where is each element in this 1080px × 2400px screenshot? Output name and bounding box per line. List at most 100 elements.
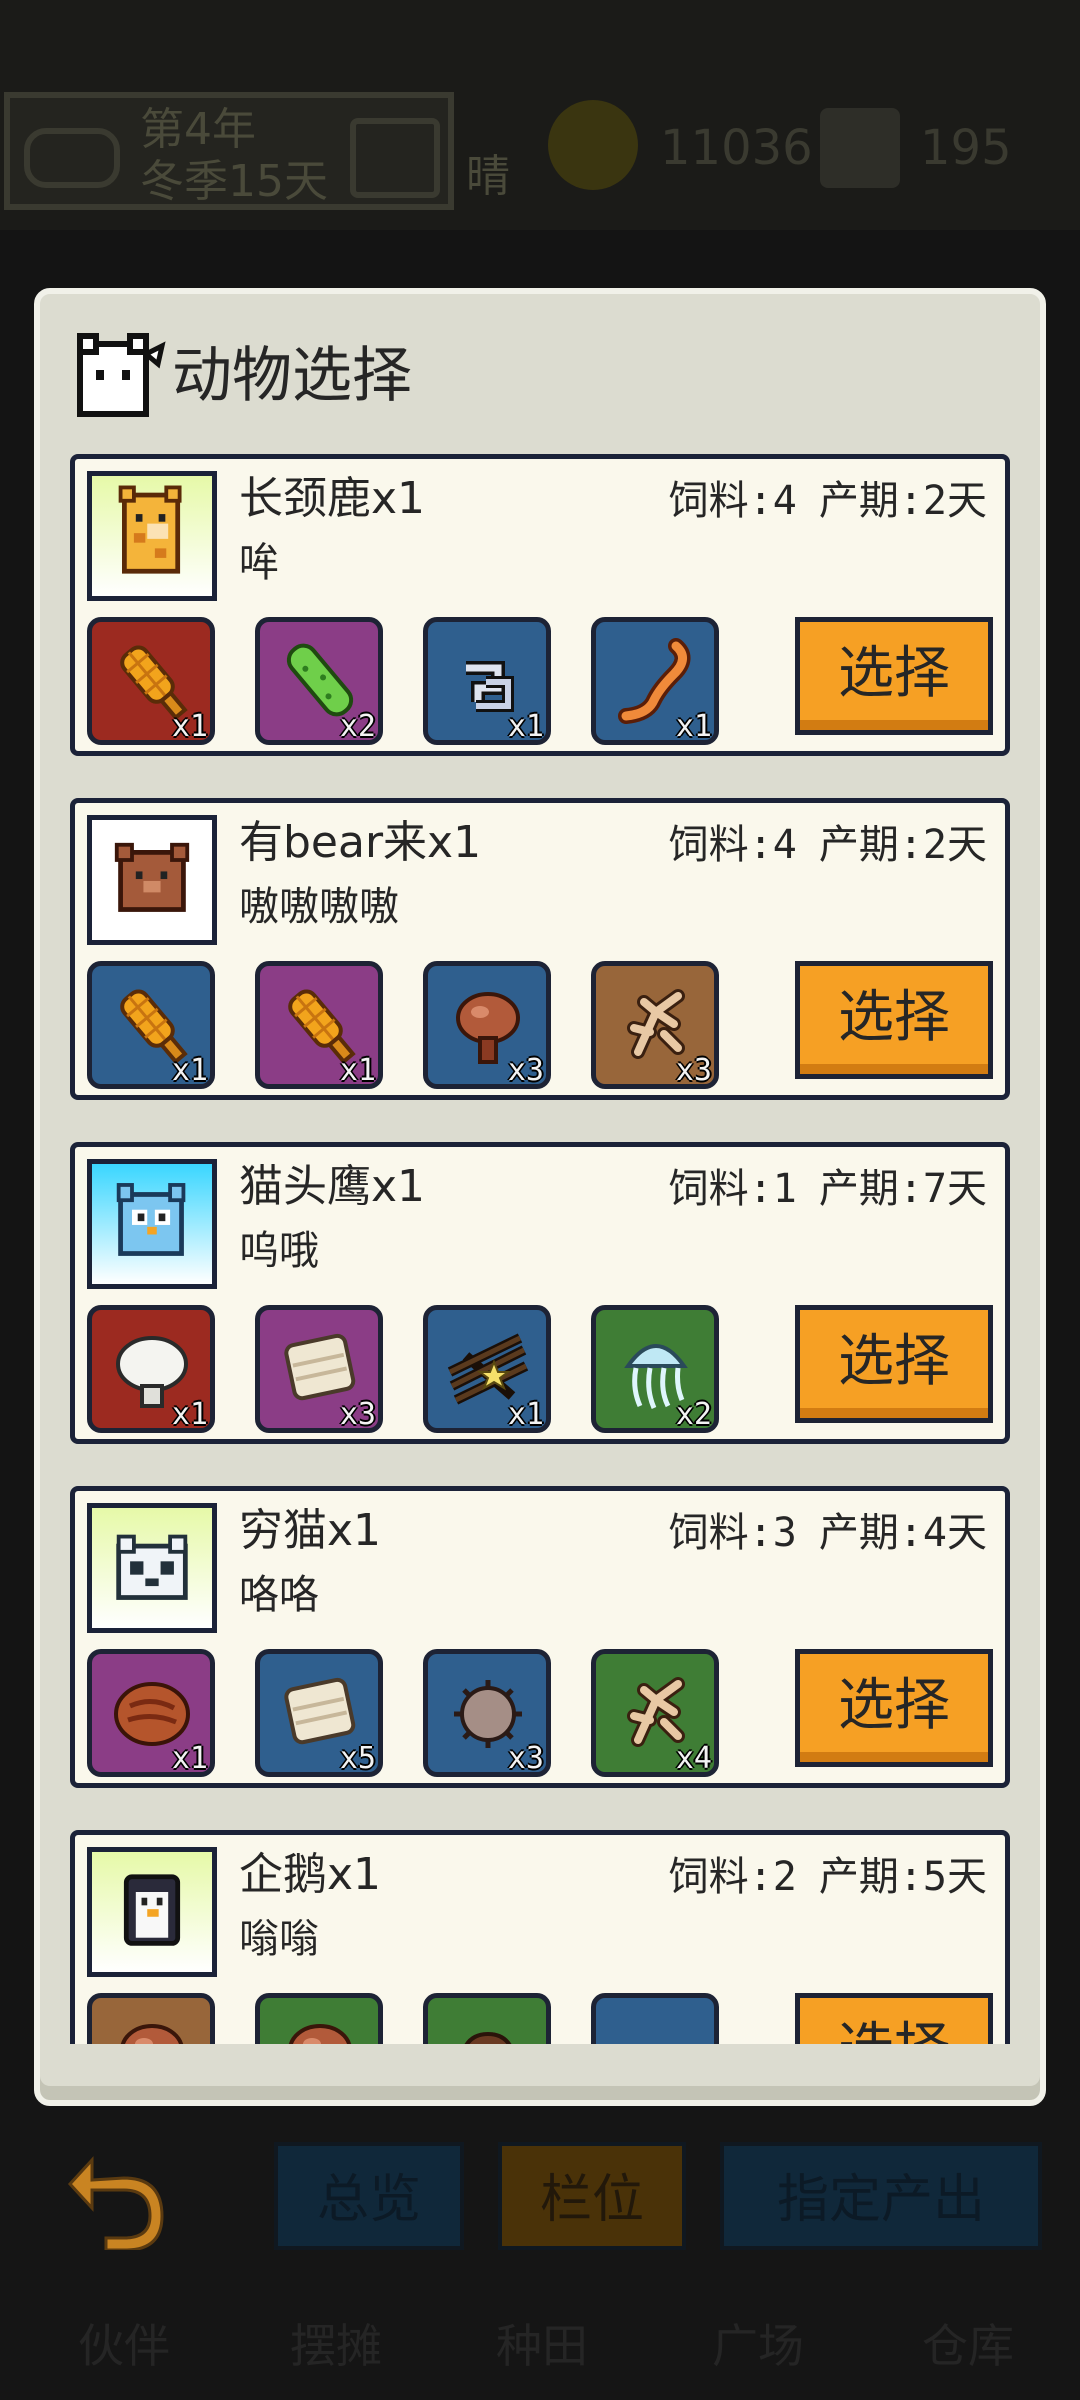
- feed-label: 饲料:4: [668, 822, 797, 868]
- item-quantity: x3: [339, 1397, 376, 1432]
- animal-sound: 哞: [239, 540, 279, 586]
- penguin-avatar-icon: [87, 1847, 217, 1977]
- animal-stats: 饲料:1 产期:7天: [669, 1161, 987, 1217]
- ticket-count: 195: [920, 120, 1012, 176]
- animal-name: 企鹅x1: [239, 1849, 382, 1900]
- nav-farm: 种田: [496, 2319, 588, 2373]
- owl-avatar-icon: [87, 1159, 217, 1289]
- item-quantity: x3: [675, 1053, 712, 1088]
- nav-partner: 伙伴: [78, 2319, 170, 2373]
- mushroom-icon[interactable]: [87, 1993, 215, 2044]
- select-button[interactable]: 选择: [795, 961, 993, 1079]
- animal-name: 穷猫x1: [239, 1505, 382, 1556]
- item-quantity: x1: [507, 1397, 544, 1432]
- slot-button: 栏位: [498, 2142, 686, 2250]
- nav-warehouse: 仓库: [922, 2319, 1014, 2373]
- designated-output-button: 指定产出: [720, 2142, 1042, 2250]
- animal-card: 有bear来x1 嗷嗷嗷嗷 饲料:4 产期:2天 x1 x1 x3 x3 选择: [70, 798, 1010, 1100]
- item-quantity: x3: [507, 1053, 544, 1088]
- ticket-icon: [820, 108, 900, 188]
- item-quantity: x5: [339, 1741, 376, 1776]
- select-button[interactable]: 选择: [795, 1305, 993, 1423]
- animal-card: 穷猫x1 咯咯 饲料:3 产期:4天 x1 x5 x3 x4 选择: [70, 1486, 1010, 1788]
- corn-icon[interactable]: x1: [87, 961, 215, 1089]
- animal-sound: 咯咯: [239, 1572, 319, 1618]
- bear-avatar-icon: [87, 815, 217, 945]
- feed-label: 饲料:2: [668, 1854, 797, 1900]
- season-day-label: 冬季15天: [140, 156, 328, 207]
- crystal-icon[interactable]: [591, 1993, 719, 2044]
- twigs-icon[interactable]: x1: [423, 1305, 551, 1433]
- cucumber-icon[interactable]: x2: [255, 617, 383, 745]
- nut-icon[interactable]: [423, 1993, 551, 2044]
- overview-button: 总览: [274, 2142, 464, 2250]
- animal-name: 猫头鹰x1: [239, 1161, 426, 1212]
- top-hud: 第4年 冬季15天 晴 11036 195: [0, 0, 1080, 230]
- item-quantity: x4: [675, 1741, 712, 1776]
- item-quantity: x2: [339, 709, 376, 744]
- animal-sound: 呜哦: [239, 1228, 319, 1274]
- animal-name: 有bear来x1: [239, 817, 482, 868]
- meat-icon[interactable]: x1: [87, 1649, 215, 1777]
- select-button[interactable]: 选择: [795, 617, 993, 735]
- item-quantity: x3: [507, 1741, 544, 1776]
- coin-count: 11036: [660, 120, 813, 176]
- animal-stats: 饲料:4 产期:2天: [669, 817, 987, 873]
- weather-label: 晴: [466, 151, 510, 202]
- item-quantity: x1: [675, 709, 712, 744]
- worm-icon[interactable]: x1: [591, 617, 719, 745]
- back-arrow-icon[interactable]: [62, 2150, 172, 2252]
- coin-icon: [548, 100, 638, 190]
- corn-icon[interactable]: x1: [255, 961, 383, 1089]
- period-label: 产期:2天: [818, 822, 987, 868]
- animal-card: 猫头鹰x1 呜哦 饲料:1 产期:7天 x1 x3 x1 x2 选择: [70, 1142, 1010, 1444]
- cloth-icon[interactable]: x5: [255, 1649, 383, 1777]
- item-quantity: x2: [675, 1397, 712, 1432]
- mushroom-icon[interactable]: x3: [423, 961, 551, 1089]
- ginseng-icon[interactable]: x4: [591, 1649, 719, 1777]
- animal-sound: 嗡嗡: [239, 1916, 319, 1962]
- item-quantity: x1: [171, 709, 208, 744]
- animal-sound: 嗷嗷嗷嗷: [239, 884, 399, 930]
- period-label: 产期:4天: [818, 1510, 987, 1556]
- year-label: 第4年: [140, 104, 256, 155]
- urchin-icon[interactable]: x3: [423, 1649, 551, 1777]
- cat-avatar-icon: [87, 1503, 217, 1633]
- jellyfish-icon[interactable]: x2: [591, 1305, 719, 1433]
- item-quantity: x1: [339, 1053, 376, 1088]
- white-mushroom-icon[interactable]: x1: [87, 1305, 215, 1433]
- cat-face-icon: [70, 330, 166, 426]
- cloth-icon[interactable]: x3: [255, 1305, 383, 1433]
- chain-icon[interactable]: x1: [423, 617, 551, 745]
- animal-list[interactable]: 长颈鹿x1 哞饲料:4 产期:2天 x1 x2 x1 x1 选择 有bear来x1 嗷嗷嗷嗷 饲料:…: [70, 454, 1014, 2044]
- calendar-icon: [24, 128, 120, 188]
- modal-title: 动物选择: [172, 341, 412, 411]
- feed-label: 饲料:3: [668, 1510, 797, 1556]
- select-button[interactable]: 选择: [795, 1993, 993, 2044]
- calendar-button: [350, 118, 440, 198]
- period-label: 产期:7天: [818, 1166, 987, 1212]
- animal-select-modal: 动物选择 长颈鹿x1 哞饲料:4 产期:2天 x1 x2 x1 x1 选择 有bear来x1 嗷嗷…: [34, 288, 1046, 2106]
- period-label: 产期:2天: [818, 478, 987, 524]
- animal-card: 长颈鹿x1 哞 饲料:4 产期:2天 x1 x2 x1 x1 选择: [70, 454, 1010, 756]
- date-panel: 第4年 冬季15天: [4, 92, 454, 210]
- animal-card: 企鹅x1 嗡嗡 饲料:2 产期:5天选择: [70, 1830, 1010, 2044]
- animal-name: 长颈鹿x1: [239, 473, 426, 524]
- animal-stats: 饲料:3 产期:4天: [669, 1505, 987, 1561]
- feed-label: 饲料:1: [668, 1166, 797, 1212]
- period-label: 产期:5天: [818, 1854, 987, 1900]
- nav-stall: 摆摊: [290, 2319, 382, 2373]
- item-quantity: x1: [171, 1741, 208, 1776]
- item-quantity: x1: [171, 1397, 208, 1432]
- corn-icon[interactable]: x1: [87, 617, 215, 745]
- select-button[interactable]: 选择: [795, 1649, 993, 1767]
- animal-stats: 饲料:2 产期:5天: [669, 1849, 987, 1905]
- animal-stats: 饲料:4 产期:2天: [669, 473, 987, 529]
- mushroom-icon[interactable]: [255, 1993, 383, 2044]
- item-quantity: x1: [507, 709, 544, 744]
- giraffe-avatar-icon: [87, 471, 217, 601]
- nav-plaza: 广场: [712, 2319, 804, 2373]
- item-quantity: x1: [171, 1053, 208, 1088]
- feed-label: 饲料:4: [668, 478, 797, 524]
- ginseng-icon[interactable]: x3: [591, 961, 719, 1089]
